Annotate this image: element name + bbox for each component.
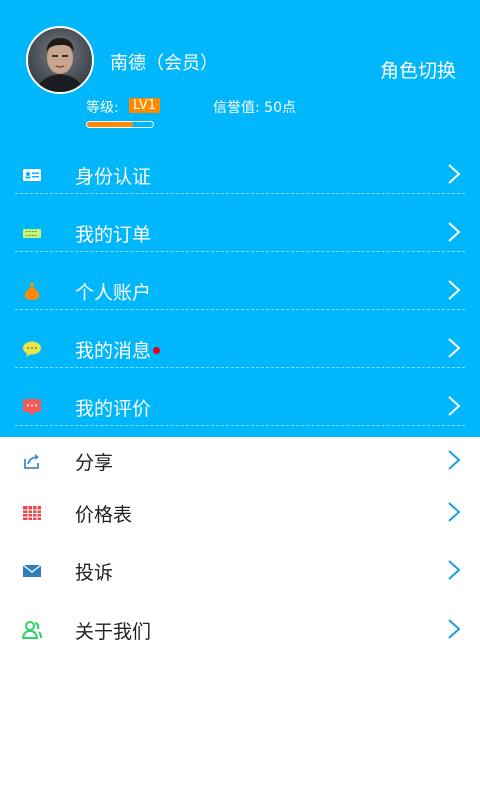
- role-switch-button[interactable]: 角色切换: [380, 56, 456, 83]
- chevron-right-icon: [446, 395, 462, 417]
- table-icon: [22, 503, 42, 523]
- menu-item-about-us[interactable]: 关于我们: [0, 609, 480, 649]
- divider: [15, 193, 465, 194]
- divider: [15, 251, 465, 252]
- chevron-right-icon: [446, 337, 462, 359]
- menu-item-label: 价格表: [75, 504, 133, 526]
- contacts-icon: [21, 620, 42, 640]
- menu-item-label: 我的消息: [75, 336, 161, 363]
- id-card-icon: [22, 165, 42, 185]
- divider: [15, 367, 465, 368]
- menu-item-identity[interactable]: 身份认证: [0, 154, 480, 194]
- credit-score: 信誉值: 50点: [213, 100, 296, 116]
- comment-icon: [22, 397, 42, 417]
- chevron-right-icon: [446, 618, 462, 640]
- money-bag-icon: [22, 281, 42, 301]
- menu-item-label: 分享: [75, 452, 114, 474]
- menu-item-account[interactable]: 个人账户: [0, 270, 480, 310]
- menu-item-label: 投诉: [75, 562, 114, 584]
- menu-item-label: 身份认证: [75, 166, 152, 188]
- menu-item-label: 个人账户: [75, 282, 152, 304]
- user-name: 南德（会员）: [110, 53, 218, 74]
- level-label: 等级:: [86, 100, 119, 116]
- chat-bubble-icon: [22, 339, 42, 359]
- divider: [15, 309, 465, 310]
- chevron-right-icon: [446, 163, 462, 185]
- menu-item-messages[interactable]: 我的消息: [0, 328, 480, 368]
- menu-item-share[interactable]: 分享: [0, 440, 480, 480]
- avatar-portrait-icon: [36, 38, 84, 92]
- avatar[interactable]: [26, 26, 94, 94]
- chevron-right-icon: [446, 449, 462, 471]
- menu-item-label: 我的订单: [75, 224, 152, 246]
- share-icon: [22, 451, 42, 471]
- menu-item-label: 我的评价: [75, 398, 152, 420]
- chevron-right-icon: [446, 559, 462, 581]
- menu-item-complaint[interactable]: 投诉: [0, 550, 480, 590]
- unread-dot-icon: [153, 347, 161, 354]
- level-progress-bar: [86, 121, 154, 128]
- chevron-right-icon: [446, 279, 462, 301]
- chevron-right-icon: [446, 501, 462, 523]
- menu-item-label: 关于我们: [75, 621, 152, 643]
- divider: [15, 425, 465, 426]
- menu-item-orders[interactable]: 我的订单: [0, 212, 480, 252]
- ticket-icon: [22, 223, 42, 243]
- menu-item-reviews[interactable]: 我的评价: [0, 386, 480, 426]
- chevron-right-icon: [446, 221, 462, 243]
- envelope-icon: [22, 561, 42, 581]
- level-badge: LV1: [129, 98, 160, 113]
- level-progress-fill: [87, 122, 134, 127]
- menu-item-price-list[interactable]: 价格表: [0, 492, 480, 532]
